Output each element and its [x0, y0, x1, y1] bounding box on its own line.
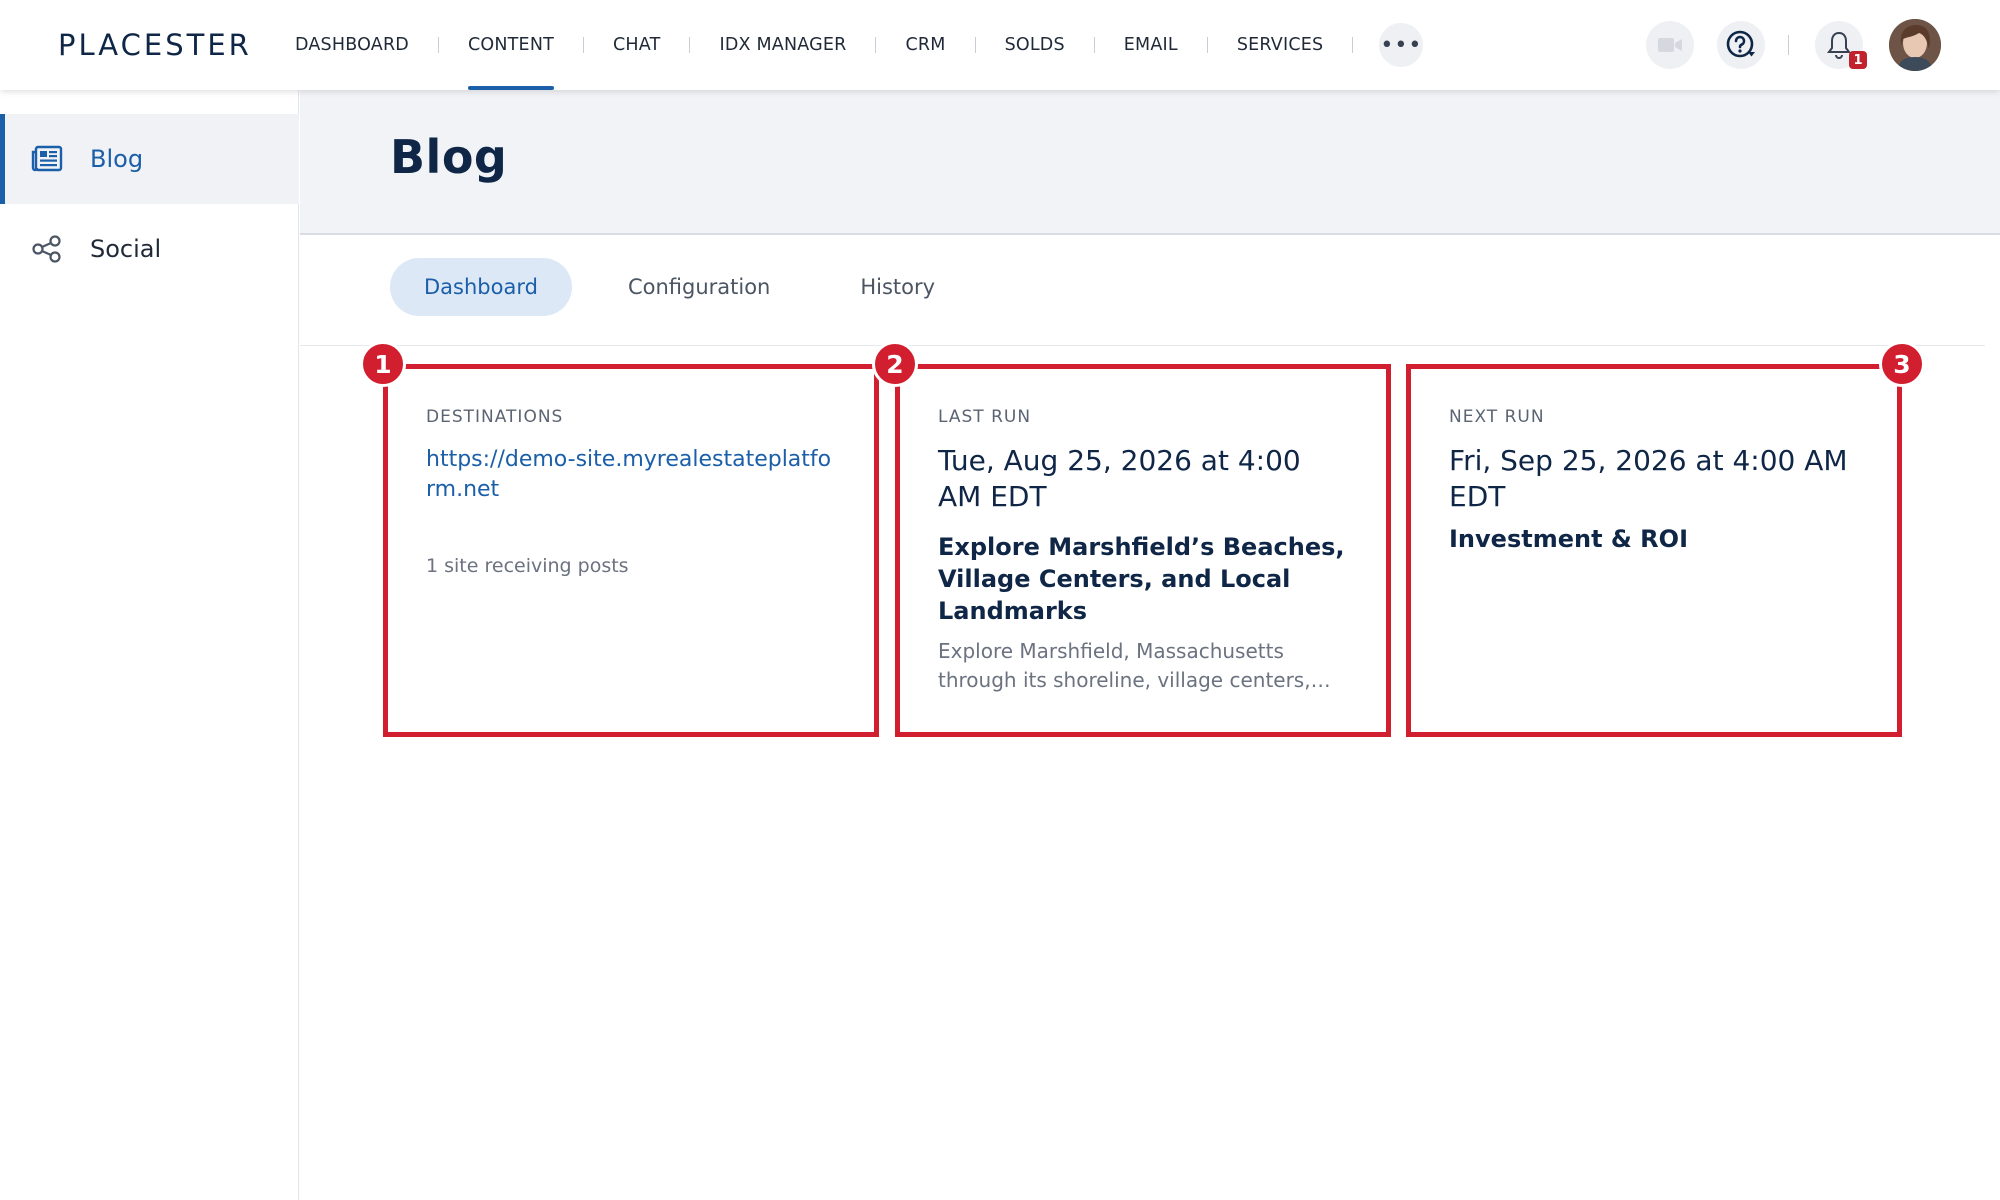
- notification-count-badge: 1: [1849, 51, 1867, 69]
- page-title: Blog: [390, 130, 508, 184]
- help-button[interactable]: [1717, 21, 1765, 69]
- last-run-card: 2 LAST RUN Tue, Aug 25, 2026 at 4:00 AM …: [872, 341, 1391, 737]
- share-icon: [30, 232, 64, 266]
- next-run-date: Fri, Sep 25, 2026 at 4:00 AM EDT: [1449, 444, 1848, 513]
- top-navigation-bar: PLACESTER DASHBOARD CONTENT CHAT IDX MAN…: [0, 0, 2000, 90]
- destinations-card: 1 DESTINATIONS https://demo-site.myreale…: [360, 341, 879, 737]
- sidebar-item-label: Social: [90, 235, 162, 263]
- next-post-topic: Investment & ROI: [1449, 525, 1688, 553]
- nav-separator: [437, 37, 439, 53]
- nav-separator: [583, 37, 584, 53]
- nav-separator: [1206, 37, 1208, 53]
- help-icon: [1726, 30, 1755, 58]
- callout-badge-2: 2: [872, 341, 918, 387]
- nav-dashboard[interactable]: DASHBOARD: [280, 0, 424, 90]
- nav-chat[interactable]: CHAT: [598, 0, 675, 90]
- callout-badge-3: 3: [1879, 341, 1925, 387]
- nav-email[interactable]: EMAIL: [1109, 0, 1193, 90]
- page-header: Blog: [300, 90, 2000, 235]
- nav-content[interactable]: CONTENT: [453, 0, 569, 90]
- sites-receiving-count: 1 site receiving posts: [426, 555, 629, 577]
- nav-separator: [1352, 37, 1354, 53]
- sidebar-item-social[interactable]: Social: [0, 204, 299, 294]
- sidebar-item-blog[interactable]: Blog: [0, 114, 299, 204]
- more-menu-button[interactable]: •••: [1379, 23, 1424, 67]
- last-post-title[interactable]: Explore Marshfield’s Beaches, Village Ce…: [938, 531, 1348, 627]
- card-label: NEXT RUN: [1449, 407, 1545, 427]
- nav-idx-manager[interactable]: IDX MANAGER: [704, 0, 861, 90]
- sidebar-item-label: Blog: [90, 145, 144, 173]
- nav-solds[interactable]: SOLDS: [990, 0, 1080, 90]
- ellipsis-icon: •••: [1380, 32, 1423, 58]
- tab-dashboard[interactable]: Dashboard: [390, 258, 572, 316]
- destination-link[interactable]: https://demo-site.myrealestateplatform.n…: [426, 445, 836, 505]
- notifications-button[interactable]: 1: [1815, 21, 1867, 69]
- nav-services[interactable]: SERVICES: [1222, 0, 1339, 90]
- card-label: DESTINATIONS: [426, 407, 564, 427]
- card-label: LAST RUN: [938, 407, 1032, 427]
- last-run-date: Tue, Aug 25, 2026 at 4:00 AM EDT: [938, 444, 1301, 513]
- nav-separator: [689, 37, 691, 53]
- main-nav: DASHBOARD CONTENT CHAT IDX MANAGER CRM S…: [280, 0, 1424, 90]
- sidebar: Blog Social: [0, 90, 299, 1200]
- user-avatar[interactable]: [1889, 19, 1941, 71]
- toolbar-separator: [1788, 35, 1789, 55]
- tab-configuration[interactable]: Configuration: [594, 258, 804, 316]
- callout-badge-1: 1: [360, 341, 406, 387]
- tabs-divider: [300, 345, 1985, 346]
- blog-tabs: Dashboard Configuration History: [390, 258, 991, 316]
- nav-separator: [1093, 37, 1095, 53]
- video-call-button[interactable]: [1646, 21, 1694, 69]
- last-post-excerpt: Explore Marshfield, Massachusetts throug…: [938, 639, 1311, 692]
- avatar-image: [1889, 19, 1941, 71]
- nav-crm[interactable]: CRM: [890, 0, 960, 90]
- newspaper-icon: [30, 142, 64, 176]
- video-camera-icon: [1658, 38, 1682, 52]
- nav-separator: [974, 37, 976, 53]
- next-run-card: 3 NEXT RUN Fri, Sep 25, 2026 at 4:00 AM …: [1406, 341, 1925, 737]
- tab-history[interactable]: History: [826, 258, 969, 316]
- placester-logo[interactable]: PLACESTER: [58, 28, 252, 62]
- nav-separator: [875, 37, 877, 53]
